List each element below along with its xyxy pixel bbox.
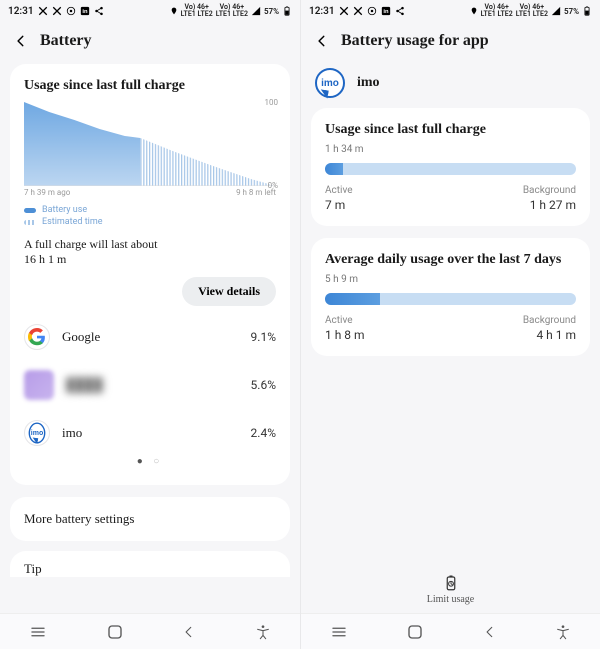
active-value: 7 m: [325, 198, 353, 212]
active-label: Active: [325, 315, 365, 326]
svg-text:in: in: [82, 9, 88, 15]
x-icon: [353, 6, 363, 16]
section-total: 1 h 34 m: [325, 144, 576, 155]
legend-dash-icon: [24, 220, 36, 225]
page-title: Battery: [40, 32, 92, 50]
linkedin-icon: in: [381, 6, 391, 16]
page-header: Battery: [0, 22, 300, 64]
imo-icon: imo: [315, 68, 345, 98]
usage-since-charge-card: Usage since last full charge 1 h 34 m Ac…: [311, 108, 590, 226]
battery-overview-pane: 12:31 in Vo) 46+LTE1 LTE2 Vo) 46+LTE1 LT…: [0, 0, 300, 649]
active-value: 1 h 8 m: [325, 328, 365, 342]
hidden-app-icon: [24, 370, 54, 400]
x-icon: [52, 6, 62, 16]
usage-card: Usage since last full charge 100 0%: [10, 64, 290, 485]
status-time: 12:31: [8, 6, 34, 17]
section-total: 5 h 9 m: [325, 274, 576, 285]
recents-icon[interactable]: [29, 623, 47, 641]
chart-y-max: 100: [265, 98, 279, 107]
location-icon: [170, 6, 178, 16]
back-icon[interactable]: [14, 34, 28, 48]
circle-icon: [367, 6, 377, 16]
signal-icon: [551, 6, 561, 16]
status-bar: 12:31 in Vo) 46+LTE1 LTE2 Vo) 46+LTE1 LT…: [0, 0, 300, 22]
legend-use: Battery use: [42, 205, 87, 215]
usage-bar: [325, 163, 576, 175]
accessibility-icon[interactable]: [555, 624, 571, 640]
section-title: Usage since last full charge: [325, 122, 576, 138]
full-charge-estimate: A full charge will last about 16 h 1 m: [24, 237, 276, 267]
legend-solid-icon: [24, 208, 36, 213]
net-label-2: Vo) 46+LTE1 LTE2: [216, 4, 248, 18]
chart-legend: Battery use Estimated time: [24, 205, 276, 227]
chart-y-min: 0%: [268, 181, 278, 190]
back-nav-icon[interactable]: [182, 625, 196, 639]
app-row-google[interactable]: Google 9.1%: [24, 314, 276, 360]
home-icon[interactable]: [406, 623, 424, 641]
x-icon: [339, 6, 349, 16]
legend-est: Estimated time: [42, 217, 103, 227]
share-icon: [94, 6, 104, 16]
app-name: ████: [66, 377, 239, 393]
limit-usage-icon: [442, 574, 460, 592]
svg-text:in: in: [383, 9, 389, 15]
battery-chart[interactable]: 100 0%: [24, 102, 276, 227]
battery-icon: [582, 5, 592, 17]
back-nav-icon[interactable]: [483, 625, 497, 639]
x-icon: [38, 6, 48, 16]
background-value: 1 h 27 m: [523, 198, 576, 212]
page-title: Battery usage for app: [341, 32, 489, 50]
app-pct: 2.4%: [251, 426, 276, 440]
net-label-1: Vo) 46+LTE1 LTE2: [181, 4, 213, 18]
chart-x-left: 7 h 39 m ago: [24, 188, 70, 197]
more-battery-settings[interactable]: More battery settings: [10, 497, 290, 541]
nav-bar: [0, 613, 300, 649]
signal-icon: [251, 6, 261, 16]
net-label-2: Vo) 46+LTE1 LTE2: [516, 4, 548, 18]
usage-bar: [325, 293, 576, 305]
home-icon[interactable]: [106, 623, 124, 641]
net-label-1: Vo) 46+LTE1 LTE2: [481, 4, 513, 18]
recents-icon[interactable]: [330, 623, 348, 641]
google-icon: [24, 324, 50, 350]
circle-icon: [66, 6, 76, 16]
location-icon: [470, 6, 478, 16]
chart-svg: [24, 102, 276, 186]
limit-usage-label: Limit usage: [427, 594, 475, 605]
usage-title: Usage since last full charge: [24, 78, 276, 94]
background-label: Background: [523, 185, 576, 196]
nav-bar: [301, 613, 600, 649]
limit-usage-button[interactable]: Limit usage: [301, 574, 600, 605]
linkedin-icon: in: [80, 6, 90, 16]
battery-app-detail-pane: 12:31 in Vo) 46+LTE1 LTE2 Vo) 46+LTE1 LT…: [300, 0, 600, 649]
app-row-hidden[interactable]: ████ 5.6%: [24, 360, 276, 410]
battery-icon: [282, 5, 292, 17]
back-icon[interactable]: [315, 34, 329, 48]
app-name: Google: [62, 329, 239, 345]
page-header: Battery usage for app: [301, 22, 600, 64]
background-label: Background: [523, 315, 576, 326]
app-name: imo: [62, 425, 239, 441]
view-details-button[interactable]: View details: [182, 277, 276, 306]
status-battery-pct: 57%: [264, 7, 279, 16]
active-label: Active: [325, 185, 353, 196]
accessibility-icon[interactable]: [255, 624, 271, 640]
app-row-imo[interactable]: imo imo 2.4%: [24, 410, 276, 456]
avg-daily-usage-card: Average daily usage over the last 7 days…: [311, 238, 590, 356]
status-battery-pct: 57%: [564, 7, 579, 16]
app-name: imo: [357, 75, 380, 91]
background-value: 4 h 1 m: [523, 328, 576, 342]
app-pct: 9.1%: [251, 330, 276, 344]
app-header: imo imo: [311, 64, 590, 108]
imo-icon: imo: [24, 420, 50, 446]
page-indicator[interactable]: ● ○: [24, 456, 276, 471]
status-bar: 12:31 in Vo) 46+LTE1 LTE2 Vo) 46+LTE1 LT…: [301, 0, 600, 22]
app-pct: 5.6%: [251, 378, 276, 392]
tip-row[interactable]: Tip: [10, 551, 290, 577]
status-time: 12:31: [309, 6, 335, 17]
section-title: Average daily usage over the last 7 days: [325, 252, 576, 268]
share-icon: [395, 6, 405, 16]
